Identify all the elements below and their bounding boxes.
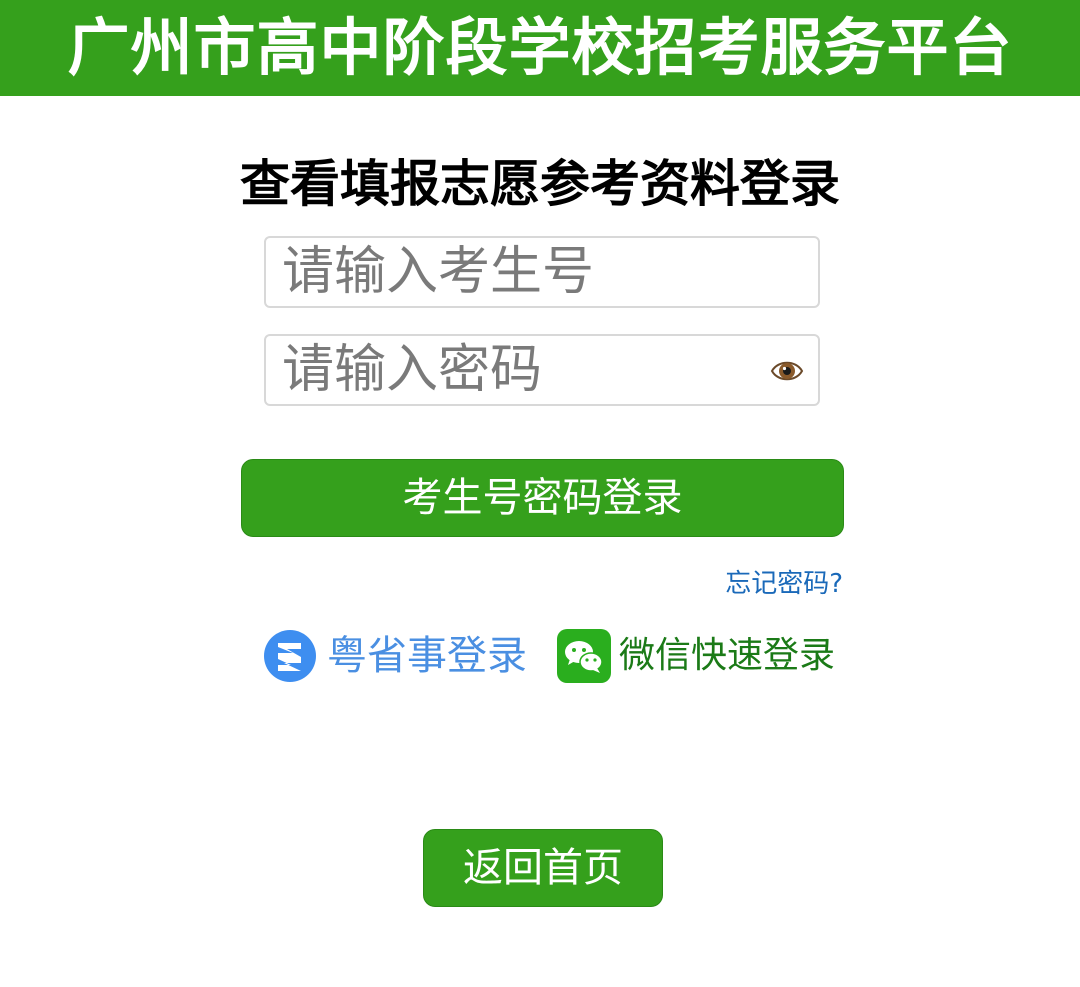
username-input[interactable] (266, 238, 818, 306)
yueshengshi-icon (263, 629, 317, 683)
wechat-icon (557, 629, 611, 683)
login-button[interactable]: 考生号密码登录 (241, 459, 844, 537)
login-title: 查看填报志愿参考资料登录 (240, 155, 840, 213)
site-title: 广州市高中阶段学校招考服务平台 (67, 11, 1013, 84)
page-header: 广州市高中阶段学校招考服务平台 (0, 0, 1080, 96)
yueshengshi-login-button[interactable]: 粤省事登录 (263, 628, 527, 684)
wechat-login-label: 微信快速登录 (619, 635, 836, 676)
password-field[interactable] (264, 334, 820, 406)
back-home-button[interactable]: 返回首页 (423, 829, 663, 907)
wechat-login-button[interactable]: 微信快速登录 (557, 628, 835, 684)
username-field[interactable] (264, 236, 820, 308)
eye-icon[interactable] (770, 356, 804, 386)
password-input[interactable] (266, 336, 818, 404)
yueshengshi-login-label: 粤省事登录 (327, 633, 527, 679)
forgot-password-link[interactable]: 忘记密码? (725, 566, 843, 602)
